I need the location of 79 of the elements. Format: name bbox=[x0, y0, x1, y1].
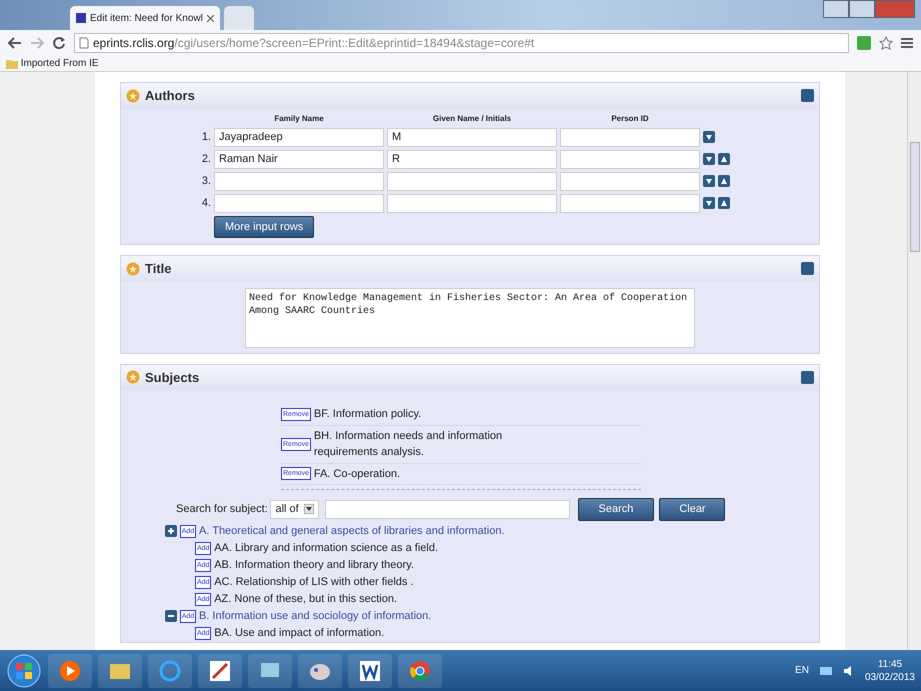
section-title: Authors bbox=[145, 87, 195, 105]
maximize-button[interactable] bbox=[849, 0, 875, 18]
help-button[interactable] bbox=[801, 370, 814, 384]
word-document-icon[interactable] bbox=[358, 658, 382, 682]
media-player-icon[interactable] bbox=[58, 658, 82, 682]
subject-category[interactable]: B. Information use and sociology of information. bbox=[198, 608, 432, 624]
given-name-field[interactable] bbox=[387, 194, 557, 212]
collapse-icon[interactable] bbox=[165, 610, 177, 622]
search-button[interactable]: Search bbox=[578, 498, 654, 520]
move-down-icon[interactable] bbox=[703, 197, 715, 209]
row-number: 4. bbox=[200, 196, 211, 211]
move-up-icon[interactable] bbox=[718, 175, 730, 187]
move-down-icon[interactable] bbox=[703, 131, 715, 143]
given-name-field[interactable]: R bbox=[387, 150, 557, 168]
bookmark-star-icon[interactable] bbox=[879, 36, 893, 50]
star-icon bbox=[126, 370, 140, 384]
section-title: Subjects bbox=[145, 368, 200, 387]
language-indicator[interactable]: EN bbox=[795, 663, 809, 678]
family-name-field[interactable] bbox=[214, 172, 384, 190]
subject-text[interactable]: AA. Library and information science as a field. bbox=[214, 540, 438, 556]
person-id-field[interactable] bbox=[560, 150, 700, 168]
title-textarea[interactable]: Need for Knowledge Management in Fisheries Sector: An Area of Cooperation Among SAARC Countries bbox=[245, 288, 695, 348]
more-input-rows-button[interactable]: More input rows bbox=[214, 216, 314, 238]
given-name-field[interactable]: M bbox=[387, 128, 557, 146]
star-icon bbox=[126, 88, 140, 103]
person-id-field[interactable] bbox=[560, 172, 700, 190]
family-name-field[interactable]: Jayapradeep bbox=[214, 128, 384, 146]
given-name-field[interactable] bbox=[387, 172, 557, 190]
minimize-button[interactable] bbox=[823, 0, 849, 18]
column-header: Family Name bbox=[273, 112, 325, 124]
move-down-icon[interactable] bbox=[703, 153, 715, 165]
subject-text[interactable]: AC. Relationship of LIS with other fields . bbox=[214, 574, 414, 590]
star-icon bbox=[126, 262, 140, 276]
subject-text[interactable]: AB. Information theory and library theory. bbox=[214, 556, 414, 574]
row-number: 1. bbox=[200, 130, 211, 145]
family-name-field[interactable] bbox=[214, 194, 384, 212]
chrome-icon[interactable] bbox=[408, 658, 432, 682]
subject-text: FA. Co-operation. bbox=[314, 466, 402, 482]
pen-icon[interactable] bbox=[208, 658, 232, 682]
family-name-field[interactable]: Raman Nair bbox=[214, 150, 384, 168]
search-label: Search for subject: bbox=[176, 502, 268, 517]
move-down-icon[interactable] bbox=[703, 175, 715, 187]
clear-button[interactable]: Clear bbox=[659, 498, 726, 520]
folder-icon bbox=[6, 58, 18, 68]
subject-search-field[interactable] bbox=[324, 500, 570, 519]
move-up-icon[interactable] bbox=[718, 153, 730, 165]
column-header: Given Name / Initials bbox=[432, 112, 512, 124]
move-up-icon[interactable] bbox=[718, 197, 730, 209]
scrollbar[interactable] bbox=[907, 72, 921, 650]
expand-icon[interactable] bbox=[165, 525, 177, 537]
dropdown-icon bbox=[304, 504, 314, 514]
subject-category[interactable]: A. Theoretical and general aspects of libraries and information. bbox=[198, 522, 504, 540]
row-number: 3. bbox=[200, 174, 211, 189]
address-bar[interactable]: eprints.rclis.org/cgi/users/home?screen=EPrint::Edit&eprintid=18494&stage=core#t bbox=[74, 33, 849, 53]
browser-tab[interactable]: Edit item: Need for Knowl bbox=[70, 6, 220, 30]
person-id-field[interactable] bbox=[560, 128, 700, 146]
subject-text[interactable]: BA. Use and impact of information. bbox=[214, 624, 384, 642]
scroll-thumb[interactable] bbox=[910, 142, 920, 252]
bookmark-folder[interactable]: Imported From IE bbox=[6, 56, 99, 71]
back-icon[interactable] bbox=[8, 37, 22, 49]
match-select[interactable]: all of bbox=[270, 500, 320, 519]
row-number: 2. bbox=[200, 152, 211, 167]
reload-icon[interactable] bbox=[52, 36, 66, 50]
page-icon bbox=[76, 13, 86, 23]
subject-text: BH. Information needs and information requirements analysis. bbox=[314, 428, 504, 460]
start-button[interactable] bbox=[6, 652, 42, 688]
subject-text: BF. Information policy. bbox=[314, 407, 422, 422]
clock[interactable]: 11:45 03/02/2013 bbox=[864, 658, 915, 684]
url-text: eprints.rclis.org/cgi/users/home?screen=EPrint::Edit&eprintid=18494&stage=core#t bbox=[93, 35, 534, 52]
section-title: Title bbox=[145, 260, 172, 278]
help-button[interactable] bbox=[801, 89, 814, 102]
subject-text[interactable]: AZ. None of these, but in this section. bbox=[214, 590, 398, 608]
close-icon[interactable] bbox=[206, 14, 214, 22]
help-button[interactable] bbox=[801, 262, 814, 276]
person-id-field[interactable] bbox=[560, 194, 700, 212]
column-header: Person ID bbox=[610, 112, 650, 124]
page-icon bbox=[79, 37, 89, 49]
menu-icon[interactable] bbox=[901, 37, 913, 49]
browser-globe-icon[interactable] bbox=[158, 658, 182, 682]
